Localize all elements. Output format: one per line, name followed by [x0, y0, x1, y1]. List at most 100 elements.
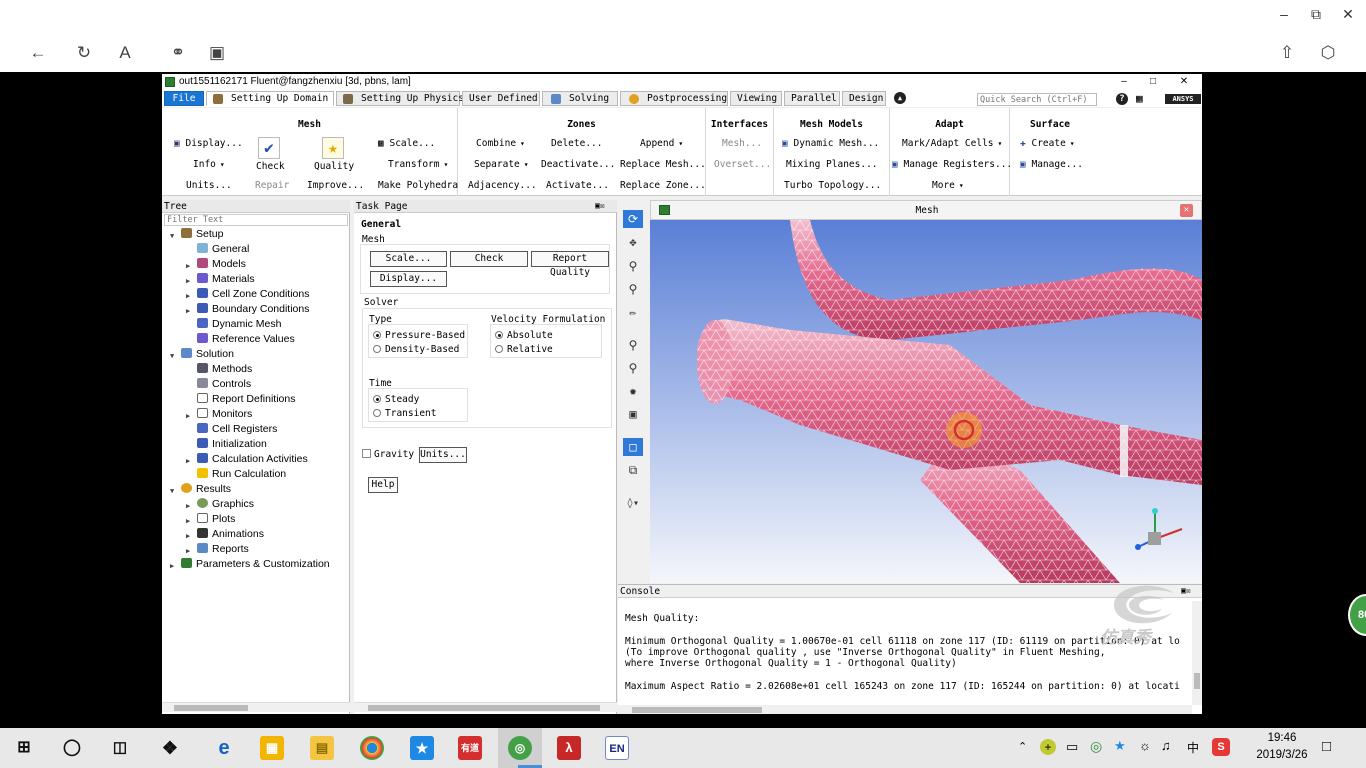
check-button[interactable]: Check	[256, 161, 285, 172]
tree-item-controls[interactable]: Controls	[197, 377, 251, 392]
scroll-thumb[interactable]	[368, 705, 600, 711]
refresh-icon[interactable]: ↻	[71, 40, 97, 66]
console-hscrollbar[interactable]	[618, 705, 1192, 714]
mesh-viewport[interactable]	[650, 220, 1202, 583]
minimize-browser-button[interactable]: –	[1272, 4, 1296, 24]
delete-button[interactable]: Delete...	[551, 138, 602, 149]
more-button[interactable]: More	[932, 180, 1008, 191]
manage-surface-button[interactable]: ▣ Manage...	[1020, 159, 1083, 170]
scroll-thumb[interactable]	[1194, 673, 1200, 689]
edge-icon[interactable]: e	[212, 736, 236, 760]
tree-item-parameters[interactable]: Parameters & Customization	[181, 557, 330, 572]
screenshot-icon[interactable]: ▣	[623, 405, 643, 423]
wechat-icon[interactable]: ◎	[508, 736, 532, 760]
minimize-button[interactable]: –	[1117, 74, 1131, 90]
tray-battery-icon[interactable]: ▭	[1066, 739, 1078, 755]
tab-viewing[interactable]: Viewing	[730, 91, 782, 106]
expand-icon[interactable]: ▶	[186, 547, 194, 555]
view-box-icon[interactable]: □	[623, 438, 643, 456]
axes-icon[interactable]: ✹	[623, 382, 643, 400]
close-button[interactable]: ✕	[1177, 74, 1191, 90]
view-copy-icon[interactable]: ⧉	[623, 461, 643, 479]
units-button[interactable]: Units...	[186, 180, 232, 191]
tree-item-setup[interactable]: Setup	[181, 227, 223, 242]
tray-app-icon[interactable]: ★	[1114, 738, 1126, 754]
deactivate-button[interactable]: Deactivate...	[541, 159, 615, 170]
tree-item-models[interactable]: Models	[197, 257, 246, 272]
en-app-icon[interactable]: EN	[605, 736, 629, 760]
adjacency-button[interactable]: Adjacency...	[468, 180, 537, 191]
tree-scrollbar[interactable]	[162, 702, 350, 712]
replace-mesh-button[interactable]: Replace Mesh...	[620, 159, 706, 170]
store-icon[interactable]: ▦	[260, 736, 284, 760]
restore-browser-button[interactable]: ⧉	[1304, 4, 1328, 24]
tray-wechat-icon[interactable]: ◎	[1090, 738, 1102, 755]
ime-indicator[interactable]: 中	[1187, 739, 1199, 756]
activate-button[interactable]: Activate...	[546, 180, 609, 191]
more-tabs-icon[interactable]: ▲	[894, 92, 906, 104]
pressure-based-radio[interactable]: Pressure-Based	[373, 330, 465, 341]
tree-item-report-definitions[interactable]: Report Definitions	[197, 392, 295, 407]
tree-item-boundary-conditions[interactable]: Boundary Conditions	[197, 302, 309, 317]
tree-item-initialization[interactable]: Initialization	[197, 437, 267, 452]
tree-item-monitors[interactable]: Monitors	[197, 407, 252, 422]
tree-item-general[interactable]: General	[197, 242, 249, 257]
expand-icon[interactable]: ▶	[186, 307, 194, 315]
quality-button[interactable]: Quality	[314, 161, 354, 172]
expand-icon[interactable]: ▶	[170, 562, 178, 570]
rotate-icon[interactable]: ⟳	[623, 210, 643, 228]
tree-filter-input[interactable]	[164, 214, 348, 226]
volume-icon[interactable]: ♫	[1161, 738, 1171, 753]
back-icon[interactable]: ←	[25, 40, 51, 66]
close-graphics-icon[interactable]: ✕	[1180, 204, 1193, 217]
quality-star-icon[interactable]: ★	[322, 137, 344, 159]
tab-user-defined[interactable]: User Defined	[462, 91, 540, 106]
zoom-icon[interactable]: ⚲	[623, 257, 643, 275]
zoom-out-icon[interactable]: ⚲	[623, 359, 643, 377]
check-button[interactable]: Check	[450, 251, 528, 267]
replace-zone-button[interactable]: Replace Zone...	[620, 180, 706, 191]
append-button[interactable]: Append	[640, 138, 683, 149]
app-icon[interactable]: ❖	[158, 736, 182, 760]
wifi-icon[interactable]: ☼	[1139, 738, 1151, 753]
tree-item-solution[interactable]: Solution	[181, 347, 234, 362]
quick-search-input[interactable]	[977, 93, 1097, 106]
units-button[interactable]: Units...	[419, 447, 467, 463]
task-scrollbar[interactable]	[354, 702, 617, 712]
search-icon[interactable]: ◯	[60, 736, 84, 760]
star-app-icon[interactable]: ★	[410, 736, 434, 760]
notifications-icon[interactable]: □	[1322, 738, 1331, 755]
zoom-box-icon[interactable]: ⚲	[623, 280, 643, 298]
mark-adapt-cells-button[interactable]: Mark/Adapt Cells	[902, 138, 1002, 149]
scroll-thumb[interactable]	[632, 707, 762, 713]
tree-item-calculation-activities[interactable]: Calculation Activities	[197, 452, 308, 467]
scale-button[interactable]: Scale...	[370, 251, 447, 267]
scale-button[interactable]: ▩ Scale...	[378, 138, 435, 149]
tab-postprocessing[interactable]: Postprocessing	[620, 91, 728, 106]
pan-icon[interactable]: ✥	[623, 233, 643, 251]
expand-icon[interactable]: ▶	[186, 502, 194, 510]
tab-design[interactable]: Design	[842, 91, 886, 106]
collapse-icon[interactable]: ▼	[170, 232, 178, 240]
tray-plus-icon[interactable]: +	[1040, 739, 1056, 755]
expand-icon[interactable]: ▶	[186, 412, 194, 420]
tree-item-results[interactable]: Results	[181, 482, 231, 497]
tree-item-materials[interactable]: Materials	[197, 272, 255, 287]
manage-registers-button[interactable]: ▣ Manage Registers...	[892, 159, 1012, 170]
help-icon[interactable]: ?	[1116, 93, 1128, 105]
steady-radio[interactable]: Steady	[373, 394, 419, 405]
collapse-icon[interactable]: ▼	[170, 487, 178, 495]
check-icon[interactable]: ✔	[258, 137, 280, 159]
tree-item-reference-values[interactable]: Reference Values	[197, 332, 295, 347]
tree-item-dynamic-mesh[interactable]: Dynamic Mesh	[197, 317, 281, 332]
tab-file[interactable]: File	[164, 91, 204, 106]
extension-icon[interactable]: ⬡	[1315, 40, 1341, 66]
probe-icon[interactable]: ✏	[623, 303, 643, 321]
scroll-thumb[interactable]	[174, 705, 248, 711]
separate-button[interactable]: Separate	[474, 159, 529, 170]
gravity-checkbox[interactable]: Gravity	[362, 449, 414, 460]
info-button[interactable]: Info	[193, 159, 225, 170]
tab-setting-up-domain[interactable]: Setting Up Domain	[206, 91, 334, 106]
display-button[interactable]: Display...	[370, 271, 447, 287]
tree-item-graphics[interactable]: Graphics	[197, 497, 254, 512]
